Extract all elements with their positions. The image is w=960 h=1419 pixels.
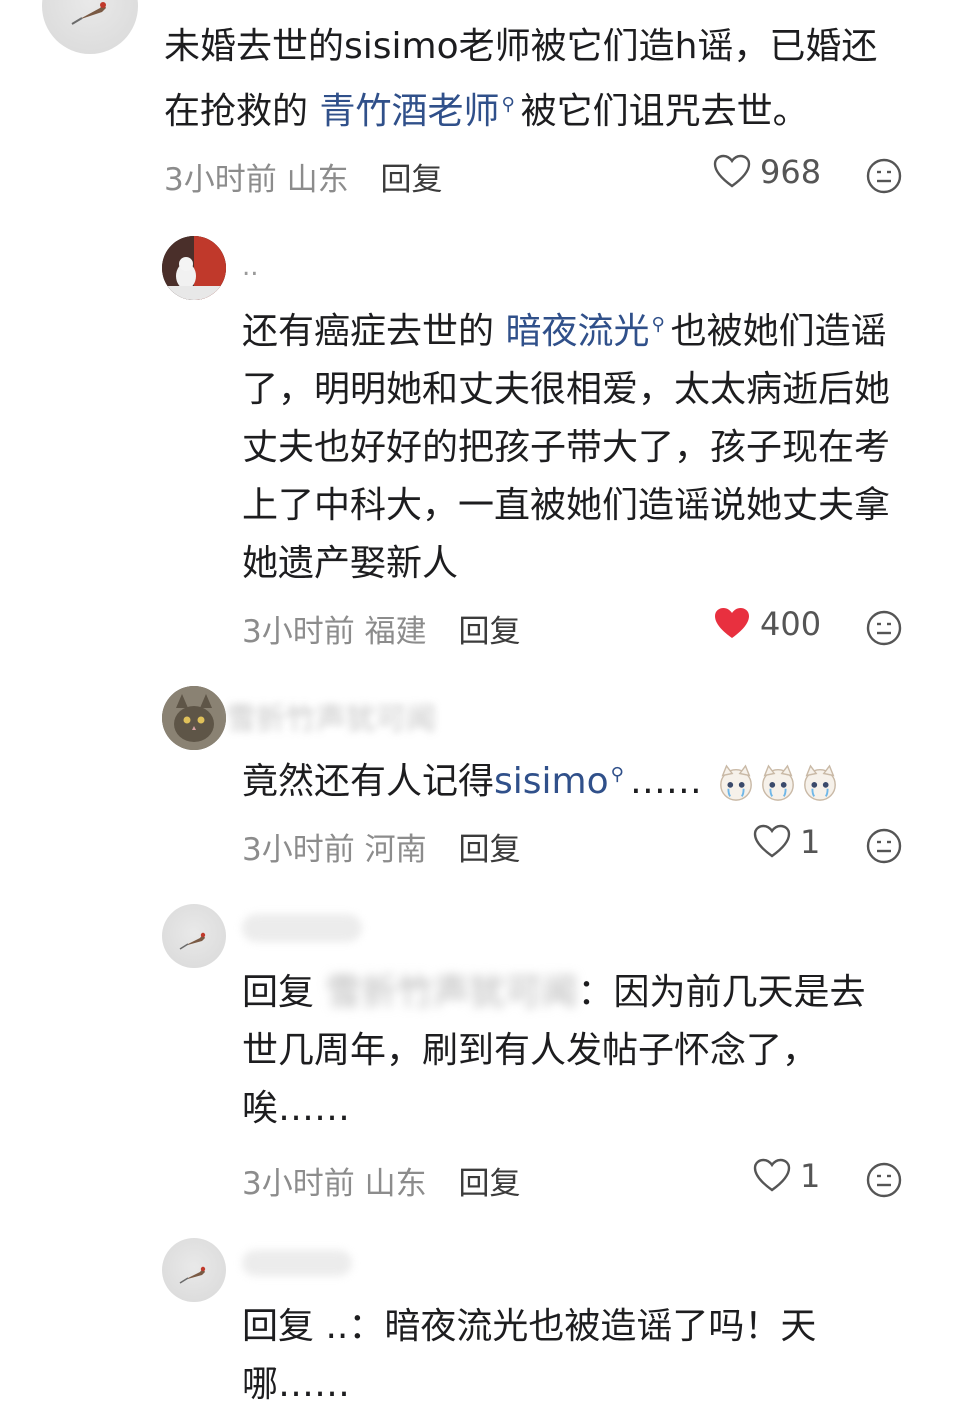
comment-line-suffix: 也被她们造谣 [670, 311, 887, 352]
comment-line-suffix: 被它们诅咒去世。 [520, 91, 809, 132]
like-count: 968 [760, 153, 822, 191]
comment-text: 未婚去世的sisimo老师被它们造h谣，已婚还 在抢救的 青竹酒老师 ⚲ 被它们诅咒… [164, 18, 924, 141]
comment-time: 3小时前 [242, 1166, 355, 1202]
like-count: 400 [760, 605, 822, 643]
crying-cat-emoji [804, 764, 837, 801]
comment-line: 在抢救的 青竹酒老师 ⚲ 被它们诅咒去世。 [164, 76, 924, 141]
comment-meta: 3小时前 河南 回复 [242, 824, 520, 869]
comment-meta: 3小时前 福建 回复 [242, 606, 520, 651]
comment-line-prefix: 还有癌症去世的 [242, 311, 506, 352]
avatar[interactable] [162, 1238, 226, 1302]
avatar[interactable] [162, 686, 226, 750]
comment-text: 回复 雪折竹声犹可闻：因为前几天是去 世几周年，刷到有人发帖子怀念了， 唉…… [242, 964, 932, 1138]
heart-icon [753, 1158, 791, 1192]
crying-cat-emoji [762, 764, 795, 801]
reply-button[interactable]: 回复 [380, 162, 442, 198]
search-icon: ⚲ [651, 314, 665, 335]
comment-line: 还有癌症去世的 暗夜流光 ⚲ 也被她们造谣 [242, 296, 932, 361]
reply-target[interactable]: .. [325, 1306, 348, 1347]
comment-text: 还有癌症去世的 暗夜流光 ⚲ 也被她们造谣 了，明明她和丈夫很相爱，太太病逝后她 丈… [242, 296, 932, 593]
comment-location: 山东 [286, 162, 349, 198]
reply-target[interactable]: 雪折竹声犹可闻 [325, 964, 577, 1022]
comment-location: 山东 [364, 1166, 427, 1202]
like-count: 1 [800, 1157, 821, 1195]
cat-avatar-icon [162, 236, 226, 300]
reply-button[interactable]: 回复 [458, 832, 520, 868]
comment-location: 河南 [364, 832, 427, 868]
emoji-icon[interactable] [864, 826, 904, 866]
reply-prefix: 回复 [242, 1306, 315, 1347]
comment-line: 回复 ..：暗夜流光也被造谣了吗！天 [242, 1298, 932, 1356]
heart-icon [753, 824, 791, 858]
username[interactable] [242, 914, 362, 942]
comment-line-suffix: …… [629, 761, 702, 802]
comment-line: 丈夫也好好的把孩子带大了，孩子现在考 [242, 427, 891, 468]
comment-line: 回复 雪折竹声犹可闻：因为前几天是去 [242, 964, 932, 1022]
like-button[interactable]: 1 [752, 1156, 820, 1196]
comment-line: 上了中科大，一直被她们造谣说她丈夫拿 [242, 485, 891, 526]
username[interactable]: .. [242, 252, 259, 282]
comment-line-prefix: 竟然还有人记得 [242, 761, 495, 802]
like-button[interactable]: 1 [752, 822, 820, 862]
username[interactable]: 雪折竹声犹可闻 [226, 694, 436, 738]
comment-time: 3小时前 [164, 162, 277, 198]
search-icon: ⚲ [610, 764, 624, 785]
comment-line: 她遗产娶新人 [242, 543, 459, 584]
like-count: 1 [800, 823, 821, 861]
reply-button[interactable]: 回复 [458, 1166, 520, 1202]
heart-icon [713, 154, 751, 188]
mention-link[interactable]: 暗夜流光 [505, 311, 649, 352]
cat-avatar-icon [162, 686, 226, 750]
avatar[interactable] [162, 904, 226, 968]
crying-cat-emoji [720, 764, 753, 801]
reply-prefix: 回复 [242, 972, 315, 1013]
like-button[interactable]: 968 [712, 152, 821, 192]
comment-line: 哪…… [242, 1364, 351, 1405]
comment-text: 回复 ..：暗夜流光也被造谣了吗！天 哪…… [242, 1298, 932, 1414]
comment-location: 福建 [364, 614, 427, 650]
comment-text: 竟然还有人记得sisimo ⚲…… [242, 746, 932, 811]
bird-avatar-icon [179, 1266, 206, 1284]
emoji-icon[interactable] [864, 608, 904, 648]
avatar[interactable] [42, 0, 138, 54]
mention-link[interactable]: sisimo [494, 761, 609, 802]
comment-line: 唉…… [242, 1088, 351, 1129]
username[interactable] [242, 1250, 352, 1276]
comment-line-suffix: ：因为前几天是去 [577, 972, 866, 1013]
comment-line: 未婚去世的sisimo老师被它们造h谣，已婚还 [164, 26, 878, 67]
avatar[interactable] [162, 236, 226, 300]
comment-time: 3小时前 [242, 614, 355, 650]
mention-link[interactable]: 青竹酒老师 [319, 91, 499, 132]
comment-meta: 3小时前 山东 回复 [242, 1158, 520, 1203]
emoji-icon[interactable] [864, 156, 904, 196]
comment-line: 了，明明她和丈夫很相爱，太太病逝后她 [242, 369, 891, 410]
comment-line: 世几周年，刷到有人发帖子怀念了， [242, 1030, 819, 1071]
emoji-icon[interactable] [864, 1160, 904, 1200]
bird-avatar-icon [179, 932, 206, 950]
like-button[interactable]: 400 [712, 604, 821, 644]
comment-time: 3小时前 [242, 832, 355, 868]
comment-meta: 3小时前 山东 回复 [164, 154, 442, 199]
comment-line-prefix: 在抢救的 [164, 91, 320, 132]
comment-line-suffix: ：暗夜流光也被造谣了吗！天 [348, 1306, 817, 1347]
heart-filled-icon [715, 608, 749, 638]
reply-button[interactable]: 回复 [458, 614, 520, 650]
search-icon: ⚲ [501, 94, 515, 115]
bird-avatar-icon [71, 2, 106, 25]
